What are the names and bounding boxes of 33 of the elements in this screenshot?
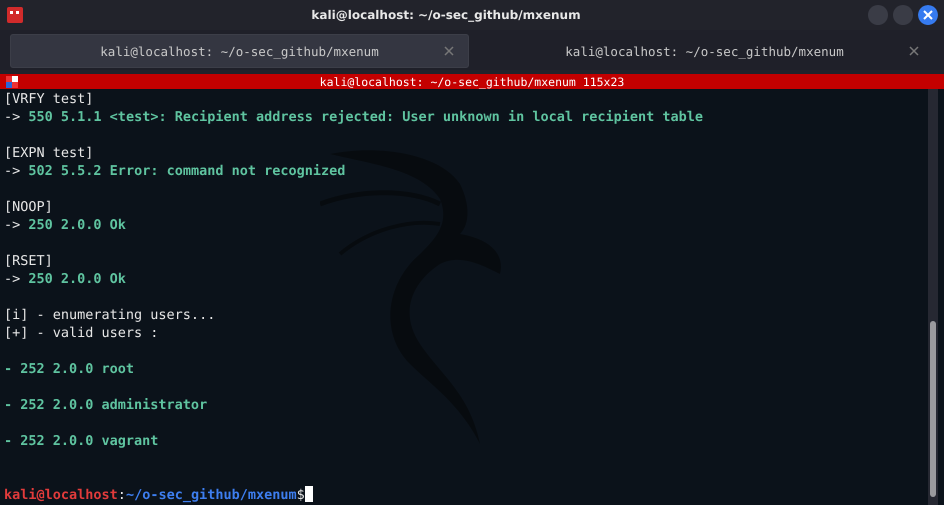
output-line: [VRFY test] xyxy=(4,91,94,107)
output-line: [RSET] xyxy=(4,253,53,269)
terminal-size-title: kali@localhost: ~/o-sec_github/mxenum 115x23 xyxy=(320,74,624,88)
output-line: [EXPN test] xyxy=(4,145,94,161)
text-cursor xyxy=(304,486,313,502)
arrow-prefix: -> xyxy=(4,217,20,233)
split-view-icon[interactable] xyxy=(6,76,20,88)
close-tab-icon[interactable] xyxy=(909,46,919,56)
terminal-app-icon xyxy=(6,6,24,24)
terminal-tab[interactable]: kali@localhost: ~/o-sec_github/mxenum xyxy=(10,34,469,68)
valid-user-line: - 252 2.0.0 administrator xyxy=(4,397,208,413)
output-line: [i] - enumerating users... xyxy=(4,307,216,323)
window-title: kali@localhost: ~/o-sec_github/mxenum xyxy=(310,8,582,22)
prompt-separator: : xyxy=(118,487,126,503)
server-reply: 250 2.0.0 Ok xyxy=(28,271,126,287)
terminal-tab[interactable]: kali@localhost: ~/o-sec_github/mxenum xyxy=(475,34,934,68)
valid-user-line: - 252 2.0.0 root xyxy=(4,361,134,377)
close-tab-icon[interactable] xyxy=(444,46,454,56)
server-reply: 550 5.1.1 <test>: Recipient address rejected: User unknown in local recipient table xyxy=(28,109,704,125)
prompt-symbol: $ xyxy=(296,487,305,503)
prompt-path: ~/o-sec_github/mxenum xyxy=(126,487,297,503)
valid-user-line: - 252 2.0.0 vagrant xyxy=(4,433,158,449)
scrollbar-thumb[interactable] xyxy=(930,321,936,497)
close-icon[interactable] xyxy=(918,5,938,25)
server-reply: 502 5.5.2 Error: command not recognized xyxy=(28,163,346,179)
scrollbar[interactable] xyxy=(928,89,938,505)
arrow-prefix: -> xyxy=(4,271,20,287)
arrow-prefix: -> xyxy=(4,109,20,125)
output-line: [NOOP] xyxy=(4,199,53,215)
server-reply: 250 2.0.0 Ok xyxy=(28,217,126,233)
output-line: [+] - valid users : xyxy=(4,325,158,341)
prompt-user: kali@localhost xyxy=(4,487,118,503)
arrow-prefix: -> xyxy=(4,163,20,179)
